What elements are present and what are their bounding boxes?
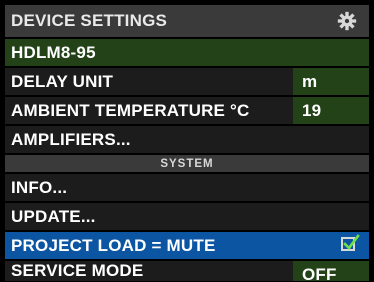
title-bar: DEVICE SETTINGS <box>5 5 369 37</box>
system-section-label: SYSTEM <box>160 157 214 170</box>
ambient-temperature-label: AMBIENT TEMPERATURE °C <box>11 100 250 120</box>
amplifiers-menu-item[interactable]: AMPLIFIERS... <box>5 126 369 153</box>
project-load-mute-row[interactable]: PROJECT LOAD = MUTE <box>5 232 369 259</box>
update-label: UPDATE... <box>11 206 96 226</box>
delay-unit-value[interactable]: m <box>293 68 369 95</box>
service-mode-value[interactable]: OFF <box>293 261 369 281</box>
update-menu-item[interactable]: UPDATE... <box>5 203 369 230</box>
info-label: INFO... <box>11 177 68 197</box>
device-settings-panel: DEVICE SETTINGS HDLM8-95 DELAY UNIT m AM… <box>0 0 374 282</box>
service-mode-label: SERVICE MODE <box>11 261 144 280</box>
page-title: DEVICE SETTINGS <box>11 11 168 30</box>
gear-icon[interactable] <box>337 11 357 31</box>
ambient-temperature-row[interactable]: AMBIENT TEMPERATURE °C 19 <box>5 97 369 124</box>
ambient-temperature-value[interactable]: 19 <box>293 97 369 124</box>
checkbox-checked-icon[interactable] <box>341 234 360 251</box>
service-mode-row[interactable]: SERVICE MODE OFF <box>5 261 369 281</box>
project-load-mute-label: PROJECT LOAD = MUTE <box>11 235 216 255</box>
device-name-field[interactable]: HDLM8-95 <box>5 39 369 66</box>
amplifiers-label: AMPLIFIERS... <box>11 129 131 149</box>
info-menu-item[interactable]: INFO... <box>5 174 369 201</box>
delay-unit-row[interactable]: DELAY UNIT m <box>5 68 369 95</box>
device-name: HDLM8-95 <box>11 42 96 62</box>
delay-unit-label: DELAY UNIT <box>11 71 114 91</box>
system-section-header: SYSTEM <box>5 155 369 172</box>
